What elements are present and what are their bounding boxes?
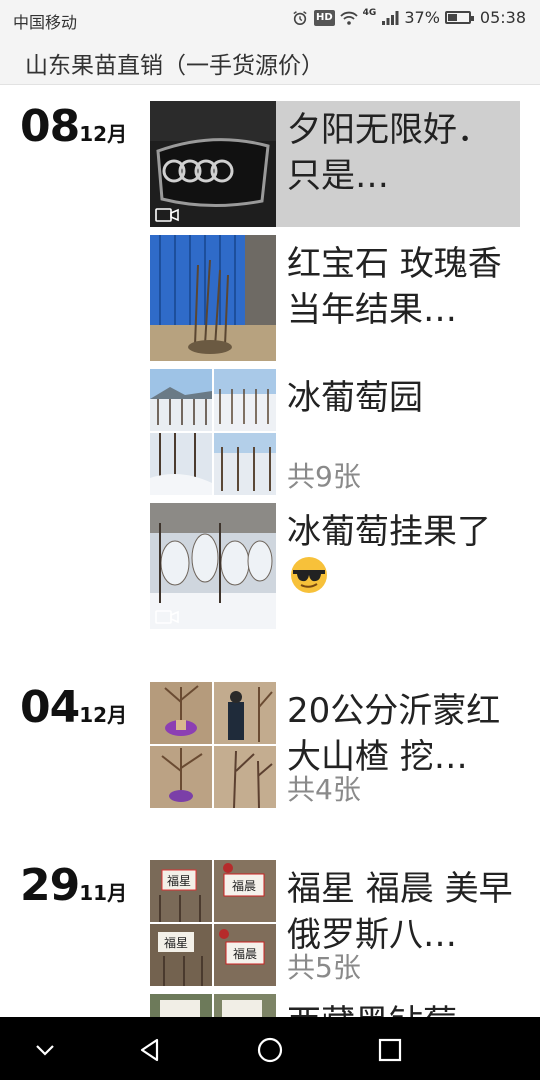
moment-post[interactable]: 冰葡萄园 共9张 (150, 369, 520, 495)
post-date: 0812月 (20, 101, 127, 152)
moment-post[interactable]: 西藏黑钻莓 (150, 994, 520, 1017)
date-day: 08 (20, 101, 80, 152)
alarm-icon (293, 10, 307, 25)
moments-feed[interactable]: 0812月 夕阳无限好．只是… 红宝石 玫瑰香 当年结果… 冰葡萄园 共9张 冰… (0, 85, 540, 1017)
album-grid[interactable] (150, 994, 276, 1017)
photo-count: 共5张 (287, 951, 361, 984)
sign-label: 福星 (167, 873, 191, 888)
moment-post[interactable]: 冰葡萄挂果了 (150, 503, 520, 629)
post-caption: 20公分沂蒙红大山楂 挖… (287, 691, 501, 777)
album-photo (150, 994, 212, 1017)
album-grid[interactable] (150, 682, 276, 808)
album-photo (214, 433, 276, 495)
date-day: 29 (20, 860, 80, 911)
photo-count: 共4张 (287, 773, 361, 806)
date-day: 04 (20, 682, 80, 733)
album-photo (214, 682, 276, 744)
moment-post[interactable]: 红宝石 玫瑰香 当年结果… (150, 235, 520, 361)
date-month: 12月 (79, 122, 128, 146)
post-caption: 西藏黑钻莓 (287, 1000, 515, 1017)
album-photo (214, 369, 276, 431)
date-month: 11月 (79, 881, 128, 905)
album-photo (150, 433, 212, 495)
post-caption: 福星 福晨 美早 俄罗斯八… (287, 869, 513, 955)
signal-icon (382, 10, 399, 25)
post-caption-text: 冰葡萄挂果了 (287, 512, 491, 552)
date-month: 12月 (79, 703, 128, 727)
post-date: 0412月 (20, 682, 127, 733)
album-photo: 福晨 (214, 860, 276, 922)
moment-post[interactable]: 福星 福晨 福星 福晨 福星 福晨 美早 俄罗斯八… 共5张 (150, 860, 520, 986)
album-photo (214, 994, 276, 1017)
video-icon (155, 610, 179, 624)
battery-percent: 37% (404, 8, 440, 27)
back-icon[interactable] (135, 1035, 165, 1065)
post-caption: 夕阳无限好．只是… (287, 110, 491, 196)
album-photo (150, 746, 212, 808)
hd-icon: HD (314, 9, 335, 26)
status-bar: 中国移动 HD 4G 37% 05:38 (0, 0, 540, 38)
album-photo: 福晨 (214, 924, 276, 986)
moment-post[interactable]: 夕阳无限好．只是… (150, 101, 520, 227)
photo-thumbnail[interactable] (150, 235, 276, 361)
sign-label: 福晨 (233, 946, 257, 961)
home-icon[interactable] (255, 1035, 285, 1065)
recent-apps-icon[interactable] (375, 1035, 405, 1065)
sign-label: 福晨 (232, 878, 256, 893)
video-thumbnail[interactable] (150, 101, 276, 227)
page-title: 山东果苗直销（一手货源价） (25, 53, 324, 79)
video-thumbnail[interactable] (150, 503, 276, 629)
network-type: 4G (362, 7, 377, 18)
album-photo: 福星 (150, 860, 212, 922)
moment-post[interactable]: 20公分沂蒙红大山楂 挖… 共4张 (150, 682, 520, 808)
album-photo (150, 369, 212, 431)
wifi-icon (340, 11, 358, 25)
sunglasses-emoji-icon (291, 557, 327, 593)
album-photo (150, 682, 212, 744)
seedlings-photo (150, 235, 276, 361)
clock: 05:38 (479, 8, 526, 27)
video-icon (155, 208, 179, 222)
album-grid[interactable] (150, 369, 276, 495)
album-grid[interactable]: 福星 福晨 福星 福晨 (150, 860, 276, 986)
post-date: 2911月 (20, 860, 127, 911)
post-caption: 冰葡萄园 (287, 378, 423, 418)
album-photo (214, 746, 276, 808)
post-caption: 红宝石 玫瑰香 当年结果… (287, 244, 502, 330)
photo-count: 共9张 (287, 460, 361, 493)
battery-icon (444, 11, 474, 24)
chevron-down-icon[interactable] (30, 1035, 60, 1065)
carrier-name: 中国移动 (13, 13, 78, 32)
status-icons: HD 4G 37% 05:38 (291, 8, 526, 27)
album-photo: 福星 (150, 924, 212, 986)
system-nav-bar (0, 1017, 540, 1080)
sign-label: 福星 (164, 935, 188, 950)
album-header: 山东果苗直销（一手货源价） (0, 38, 540, 85)
post-caption: 冰葡萄挂果了 (287, 509, 515, 601)
